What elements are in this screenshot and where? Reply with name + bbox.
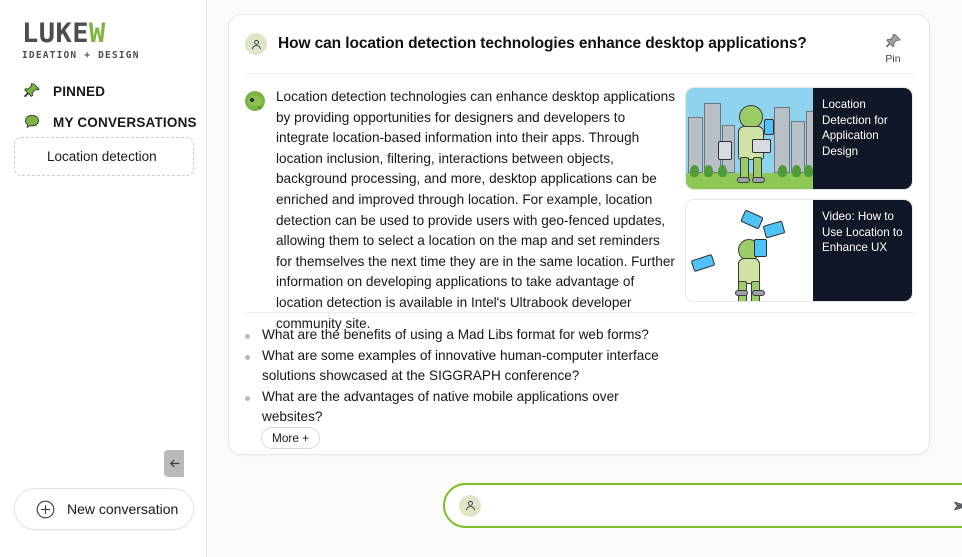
- sidebar-item-my-conversations-label: MY CONVERSATIONS: [53, 114, 197, 130]
- user-avatar-icon: [459, 494, 481, 517]
- media-card-list: Location Detection for Application Desig…: [685, 87, 913, 302]
- suggestion-item[interactable]: What are some examples of innovative hum…: [245, 346, 745, 386]
- logo-text-luke: LUKE: [22, 18, 90, 49]
- logo-text-w: W: [89, 18, 106, 49]
- new-conversation-button[interactable]: New conversation: [14, 488, 194, 530]
- bullet-icon: [245, 355, 250, 360]
- suggestion-text: What are some examples of innovative hum…: [262, 348, 659, 383]
- suggestion-item[interactable]: What are the benefits of using a Mad Lib…: [245, 325, 745, 345]
- conversation-list-item[interactable]: Location detection: [15, 147, 193, 166]
- new-conversation-label: New conversation: [67, 501, 179, 517]
- media-card[interactable]: Location Detection for Application Desig…: [685, 87, 913, 190]
- page-title: How can location detection technologies …: [278, 35, 807, 52]
- question-header: How can location detection technologies …: [229, 15, 929, 73]
- logo-wordmark: LUKE W: [22, 20, 182, 47]
- suggestion-list: What are the benefits of using a Mad Lib…: [245, 325, 745, 428]
- assistant-avatar-icon: [245, 91, 265, 111]
- arrow-left-icon: [169, 459, 179, 468]
- user-avatar-icon: [245, 33, 267, 55]
- message-composer[interactable]: [443, 483, 962, 528]
- main-content: How can location detection technologies …: [207, 0, 962, 557]
- logo-tagline: IDEATION + DESIGN: [22, 50, 140, 61]
- sidebar-item-my-conversations[interactable]: MY CONVERSATIONS: [22, 112, 197, 132]
- answer-divider: [245, 312, 915, 313]
- sidebar-item-pinned-label: PINNED: [53, 83, 106, 99]
- suggestion-text: What are the advantages of native mobile…: [262, 389, 619, 424]
- pin-icon: [885, 34, 901, 48]
- bullet-icon: [245, 396, 250, 401]
- bullet-icon: [245, 334, 250, 339]
- pin-button-label: Pin: [885, 53, 901, 65]
- app-logo: LUKE W IDEATION + DESIGN: [22, 20, 182, 61]
- collapse-sidebar-button[interactable]: [164, 450, 184, 477]
- conversation-list: Location detection: [14, 137, 194, 176]
- answer-text: Location detection technologies can enha…: [276, 89, 676, 331]
- send-paper-plane-icon[interactable]: [950, 494, 962, 518]
- media-card-caption: Location Detection for Application Desig…: [813, 88, 912, 189]
- media-card-caption: Video: How to Use Location to Enhance UX: [813, 200, 912, 301]
- conversation-card: How can location detection technologies …: [228, 14, 930, 455]
- city-illustration: [686, 88, 813, 189]
- pin-button[interactable]: Pin: [873, 33, 913, 65]
- sidebar: LUKE W IDEATION + DESIGN PINNED MY CONVER…: [0, 0, 207, 557]
- media-card[interactable]: Video: How to Use Location to Enhance UX: [685, 199, 913, 302]
- plus-circle-icon: [36, 500, 55, 518]
- juggling-illustration: [686, 200, 813, 301]
- more-suggestions-button[interactable]: More +: [261, 427, 321, 449]
- message-input[interactable]: [491, 498, 950, 513]
- sidebar-item-pinned[interactable]: PINNED: [22, 81, 105, 101]
- suggestion-text: What are the benefits of using a Mad Lib…: [262, 327, 649, 342]
- header-divider: [245, 73, 915, 74]
- speech-bubble-icon: [22, 112, 42, 132]
- suggestion-item[interactable]: What are the advantages of native mobile…: [245, 387, 745, 427]
- pin-icon: [22, 81, 42, 101]
